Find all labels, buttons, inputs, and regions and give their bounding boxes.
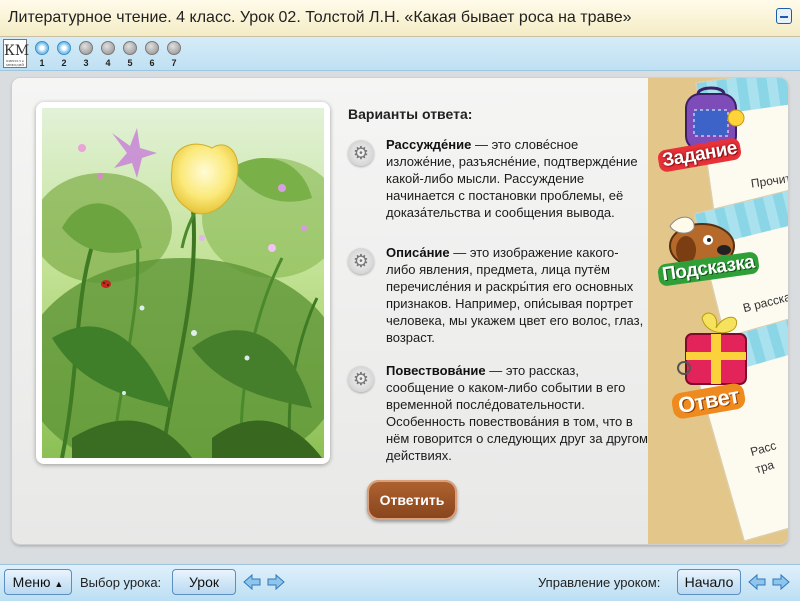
step-navigation: КМ КИРИЛЛ и МЕФОДИЙ 1 2 3 4 5 6 7: [0, 37, 800, 71]
options-heading: Варианты ответа:: [348, 106, 473, 122]
option-definition: — это изображение какого-либо явления, п…: [386, 245, 644, 345]
step-indicator[interactable]: 5: [122, 41, 138, 68]
logo-caption: КИРИЛЛ и МЕФОДИЙ: [6, 59, 24, 67]
step-dot-icon: [167, 41, 181, 55]
step-number: 2: [61, 58, 67, 68]
gear-icon[interactable]: ⚙: [348, 248, 374, 274]
option-narration: ⚙ Повествова́ние — это рассказ, сообщени…: [348, 362, 648, 472]
gear-icon[interactable]: ⚙: [348, 140, 374, 166]
task-tab[interactable]: Задание: [656, 86, 776, 186]
step-number: 4: [105, 58, 111, 68]
gear-icon[interactable]: ⚙: [348, 366, 374, 392]
option-term: Рассужде́ние: [386, 137, 472, 152]
step-number: 6: [149, 58, 155, 68]
step-dot-icon: [101, 41, 115, 55]
option-text: Рассужде́ние — это слове́сное изложе́ние…: [386, 136, 648, 221]
lesson-control-label: Управление уроком:: [538, 575, 661, 590]
step-number: 5: [127, 58, 133, 68]
answer-sheet-text: Расс: [748, 438, 778, 459]
lesson-select-label: Выбор урока:: [80, 575, 162, 590]
answer-tab[interactable]: Ответ: [666, 310, 784, 430]
step-indicator[interactable]: 7: [166, 41, 182, 68]
hint-tab[interactable]: Подсказка: [656, 210, 780, 300]
step-dot-icon: [35, 41, 49, 55]
step-number: 7: [171, 58, 177, 68]
title-bar: Литературное чтение. 4 класс. Урок 02. Т…: [0, 0, 800, 37]
step-dot-icon: [123, 41, 137, 55]
option-term: Повествова́ние: [386, 363, 486, 378]
menu-button[interactable]: Меню ▲: [4, 569, 72, 595]
logo-letters: КМ: [4, 43, 30, 59]
bottom-toolbar: Меню ▲ Выбор урока: Урок Управление урок…: [0, 564, 800, 601]
publisher-logo: КМ КИРИЛЛ и МЕФОДИЙ: [3, 39, 30, 68]
step-indicator[interactable]: 6: [144, 41, 160, 68]
start-button[interactable]: Начало: [677, 569, 741, 595]
window-title: Литературное чтение. 4 класс. Урок 02. Т…: [8, 9, 632, 26]
triangle-up-icon: ▲: [54, 579, 64, 589]
option-reasoning: ⚙ Рассужде́ние — это слове́сное изложе́н…: [348, 136, 648, 236]
option-text: Описа́ние — это изображение какого-либо …: [386, 244, 648, 346]
lesson-button[interactable]: Урок: [172, 569, 236, 595]
grass-illustration: [36, 102, 330, 464]
side-tabs-area: Прочит В рассказе Расс тра Задание Подск…: [648, 78, 788, 544]
step-number: 3: [83, 58, 89, 68]
step-dot-icon: [57, 41, 71, 55]
step-indicator[interactable]: 2: [56, 41, 72, 68]
step-indicator[interactable]: 3: [78, 41, 94, 68]
grass-image: [42, 108, 324, 458]
step-indicator[interactable]: 1: [34, 41, 50, 68]
arrow-right-icon[interactable]: [266, 572, 286, 592]
lesson-panel: Варианты ответа: ⚙ Рассужде́ние — это сл…: [12, 78, 788, 544]
step-number: 1: [39, 58, 45, 68]
step-dot-icon: [79, 41, 93, 55]
option-text: Повествова́ние — это рассказ, сообщение …: [386, 362, 648, 464]
menu-label: Меню: [12, 574, 51, 590]
arrow-left-icon[interactable]: [747, 572, 767, 592]
gift-icon: [677, 312, 747, 385]
minimize-button[interactable]: [776, 8, 792, 24]
step-dot-icon: [145, 41, 159, 55]
option-description: ⚙ Описа́ние — это изображение какого-либ…: [348, 244, 648, 354]
answer-sheet-text-2: тра: [753, 457, 776, 477]
arrow-right-icon[interactable]: [771, 572, 791, 592]
answer-button[interactable]: Ответить: [367, 480, 457, 520]
option-term: Описа́ние: [386, 245, 450, 260]
option-definition: — это рассказ, сообщение о каком-либо со…: [386, 363, 648, 463]
arrow-left-icon[interactable]: [242, 572, 262, 592]
step-indicator[interactable]: 4: [100, 41, 116, 68]
